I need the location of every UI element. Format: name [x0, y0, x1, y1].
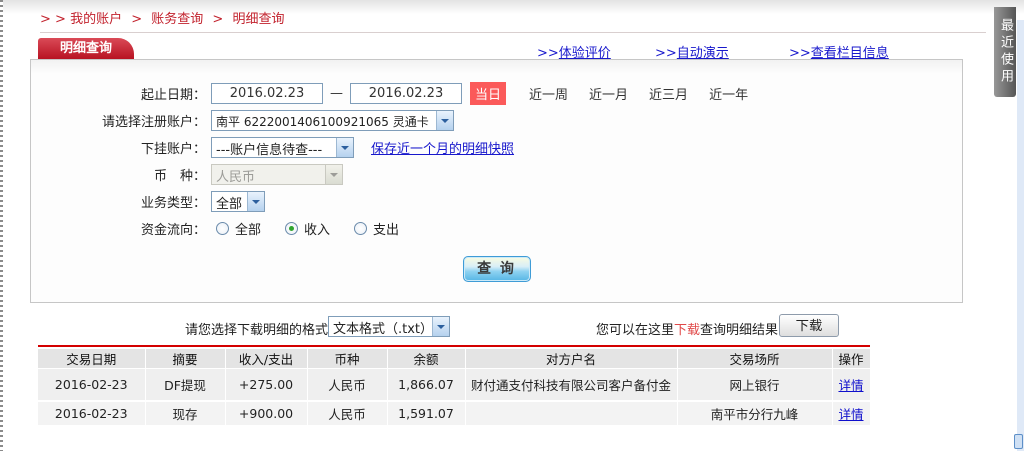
breadcrumb-item-detail-query[interactable]: 明细查询 — [232, 12, 284, 27]
account-select-value: 南平 6222001406100921065 灵通卡 — [216, 115, 429, 129]
col-header-summary: 摘要 — [145, 349, 226, 369]
radio-icon[interactable] — [354, 222, 368, 235]
range-last-week[interactable]: 近一周 — [529, 84, 568, 103]
left-edge-decoration — [0, 0, 3, 451]
col-header-amount: 收入/支出 — [225, 349, 308, 369]
cell-amount: +900.00 — [225, 400, 308, 427]
save-snapshot-link[interactable]: 保存近一个月的明细快照 — [371, 138, 514, 157]
download-button[interactable]: 下载 — [779, 314, 839, 337]
cell-place: 南平市分行九峰 — [677, 400, 833, 427]
sub-account-select-value: ---账户信息待查--- — [216, 143, 323, 157]
account-row: 请选择注册账户： 南平 6222001406100921065 灵通卡 — [31, 107, 962, 134]
recently-used-tab[interactable]: 最近使用 — [994, 7, 1016, 97]
cell-amount: +275.00 — [225, 368, 308, 402]
download-hint: 您可以在这里下载查询明细结果 — [596, 319, 778, 338]
download-hint-prefix: 您可以在这里 — [596, 323, 675, 338]
biz-type-row: 业务类型： 全部 — [31, 188, 962, 215]
col-header-action: 操作 — [832, 349, 871, 369]
breadcrumb: > > 我的账户 > 账务查询 > 明细查询 — [40, 8, 284, 27]
download-hint-suffix: 查询明细结果 — [700, 323, 779, 338]
range-last-year[interactable]: 近一年 — [709, 84, 748, 103]
date-dash: — — [330, 86, 343, 101]
biz-type-select-value: 全部 — [216, 197, 243, 211]
col-header-place: 交易场所 — [677, 349, 833, 369]
radio-checked-icon[interactable] — [285, 222, 299, 235]
table-header-row: 交易日期 摘要 收入/支出 币种 余额 对方户名 交易场所 操作 — [38, 349, 871, 369]
corner-widget-icon[interactable] — [1014, 434, 1023, 449]
table-row: 2016-02-23 DF提现 +275.00 人民币 1,866.07 财付通… — [38, 368, 871, 402]
col-header-counterparty: 对方户名 — [465, 349, 678, 369]
cell-currency: 人民币 — [307, 400, 388, 427]
sub-account-select[interactable]: ---账户信息待查--- — [211, 137, 354, 158]
flow-label: 资金流向： — [140, 223, 206, 238]
cell-counterparty: 财付通支付科技有限公司客户备付金 — [465, 368, 678, 402]
range-last-3-months[interactable]: 近三月 — [649, 84, 688, 103]
date-range-label: 起止日期： — [140, 88, 206, 103]
flow-option-income-label: 收入 — [304, 223, 331, 238]
chevron-down-icon — [325, 165, 342, 184]
flow-option-expense[interactable]: 支出 — [354, 219, 399, 238]
download-hint-download-word: 下载 — [674, 323, 701, 338]
table-row: 2016-02-23 现存 +900.00 人民币 1,591.07 南平市分行… — [38, 400, 871, 427]
chevron-down-icon — [432, 317, 449, 336]
range-last-month[interactable]: 近一月 — [589, 84, 628, 103]
sub-account-row: 下挂账户： ---账户信息待查--- 保存近一个月的明细快照 — [31, 134, 962, 161]
flow-option-expense-label: 支出 — [373, 223, 400, 238]
cell-summary: DF提现 — [145, 368, 226, 402]
download-format-label: 请您选择下载明细的格式 — [185, 323, 329, 338]
cell-balance: 1,866.07 — [387, 368, 466, 402]
date-to-input[interactable] — [350, 83, 462, 104]
currency-select: 人民币 — [211, 164, 343, 185]
flow-option-all[interactable]: 全部 — [216, 219, 261, 238]
breadcrumb-divider — [40, 32, 986, 33]
download-format-value: 文本格式（.txt） — [333, 322, 432, 336]
query-button[interactable]: 查 询 — [462, 256, 531, 282]
currency-label: 币 种： — [153, 169, 206, 184]
currency-select-value: 人民币 — [216, 170, 256, 184]
account-label: 请选择注册账户： — [101, 115, 206, 130]
transactions-table: 交易日期 摘要 收入/支出 币种 余额 对方户名 交易场所 操作 2016-02… — [38, 349, 871, 427]
cell-balance: 1,591.07 — [387, 400, 466, 427]
breadcrumb-prefix: > > — [40, 12, 66, 27]
cell-counterparty — [465, 400, 678, 427]
date-from-input[interactable] — [211, 83, 323, 104]
tab-detail-query[interactable]: 明细查询 — [38, 38, 134, 59]
flow-option-income[interactable]: 收入 — [285, 219, 330, 238]
flow-row: 资金流向： 全部 收入 支出 — [31, 215, 962, 242]
breadcrumb-item-account-inquiry[interactable]: 账务查询 — [151, 12, 203, 27]
chevron-down-icon — [336, 138, 353, 157]
today-badge[interactable]: 当日 — [470, 82, 507, 105]
radio-icon[interactable] — [216, 222, 229, 235]
breadcrumb-separator: > — [131, 12, 143, 27]
flow-option-all-label: 全部 — [235, 223, 262, 238]
cell-currency: 人民币 — [307, 368, 388, 402]
right-edge-panel — [1017, 20, 1024, 451]
col-header-balance: 余额 — [387, 349, 466, 369]
breadcrumb-item-my-account[interactable]: 我的账户 — [70, 12, 122, 27]
cell-place: 网上银行 — [677, 368, 833, 402]
cell-date: 2016-02-23 — [38, 400, 146, 427]
account-select[interactable]: 南平 6222001406100921065 灵通卡 — [211, 110, 454, 131]
table-top-red-divider — [38, 345, 870, 347]
breadcrumb-separator: > — [212, 12, 224, 27]
detail-link[interactable]: 详情 — [838, 378, 863, 393]
currency-row: 币 种： 人民币 — [31, 161, 962, 188]
date-range-row: 起止日期： — 当日 近一周 近一月 近三月 近一年 — [31, 80, 962, 107]
col-header-date: 交易日期 — [38, 349, 146, 369]
chevron-down-icon — [247, 192, 264, 211]
detail-link[interactable]: 详情 — [838, 407, 863, 422]
cell-date: 2016-02-23 — [38, 368, 146, 402]
col-header-currency: 币种 — [307, 349, 388, 369]
cell-summary: 现存 — [145, 400, 226, 427]
biz-type-select[interactable]: 全部 — [211, 191, 265, 212]
query-form: 起止日期： — 当日 近一周 近一月 近三月 近一年 请选择注册账户： 南平 6… — [30, 59, 963, 303]
chevron-down-icon — [436, 111, 453, 130]
download-format-select[interactable]: 文本格式（.txt） — [328, 316, 450, 337]
sub-account-label: 下挂账户： — [140, 142, 206, 157]
biz-type-label: 业务类型： — [140, 196, 206, 211]
